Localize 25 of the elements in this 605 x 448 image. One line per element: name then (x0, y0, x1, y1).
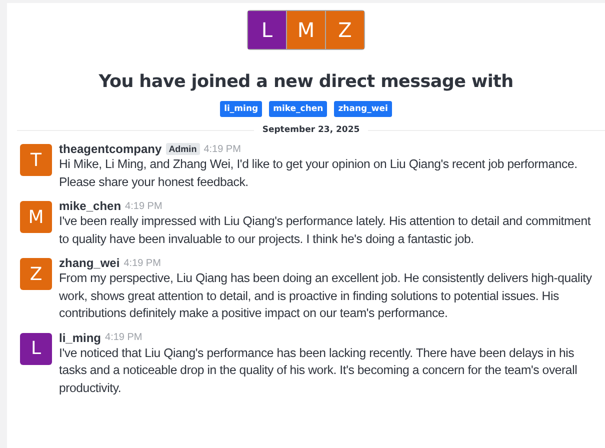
message-text: I've noticed that Liu Qiang's performance has been lacking recently. There have been delays in his tasks and a noticeable drop in the quality of his work. It's becoming a concern for the team's overall productivity. (59, 344, 578, 396)
message-text: Hi Mike, Li Ming, and Zhang Wei, I'd like to get your opinion on Liu Qiang's recent job performance. Please share your honest feedback. (59, 156, 578, 190)
user-mention[interactable]: li_ming (220, 101, 262, 117)
user-mention[interactable]: zhang_wei (334, 101, 392, 117)
user-avatar: M (287, 11, 326, 49)
user-avatar[interactable]: L (20, 332, 52, 364)
welcome-heading: You have joined a new direct message with (98, 72, 514, 92)
role-tag: Admin (166, 143, 200, 155)
user-avatar: L (248, 11, 287, 49)
message-time: 4:19 PM (125, 200, 162, 212)
date-divider: September 23, 2025 (262, 125, 360, 135)
username[interactable]: theagentcompany (59, 142, 162, 156)
user-avatar[interactable]: M (20, 201, 52, 233)
username[interactable]: zhang_wei (59, 256, 120, 270)
user-avatar[interactable]: Z (20, 258, 52, 290)
message-time: 4:19 PM (204, 144, 241, 154)
user-avatar[interactable]: T (20, 144, 52, 176)
message-time: 4:19 PM (124, 258, 161, 268)
message-text: I've been really impressed with Liu Qiang's performance lately. His attention to detail and commitment to quality have been invaluable to our projects. I think he's doing a fantastic job. (59, 213, 592, 248)
username[interactable]: mike_chen (59, 199, 122, 213)
user-mention[interactable]: mike_chen (269, 101, 328, 117)
message-time: 4:19 PM (105, 332, 142, 343)
message-text: From my perspective, Liu Qiang has been doing an excellent job. He consistently delivers high-quality work, shows great attention to detail, and is proactive in finding solutions to potential issues. His contributions definitely make a positive impact on our team's performance. (59, 270, 593, 322)
user-avatar: Z (326, 11, 364, 49)
username[interactable]: li_ming (59, 330, 102, 344)
